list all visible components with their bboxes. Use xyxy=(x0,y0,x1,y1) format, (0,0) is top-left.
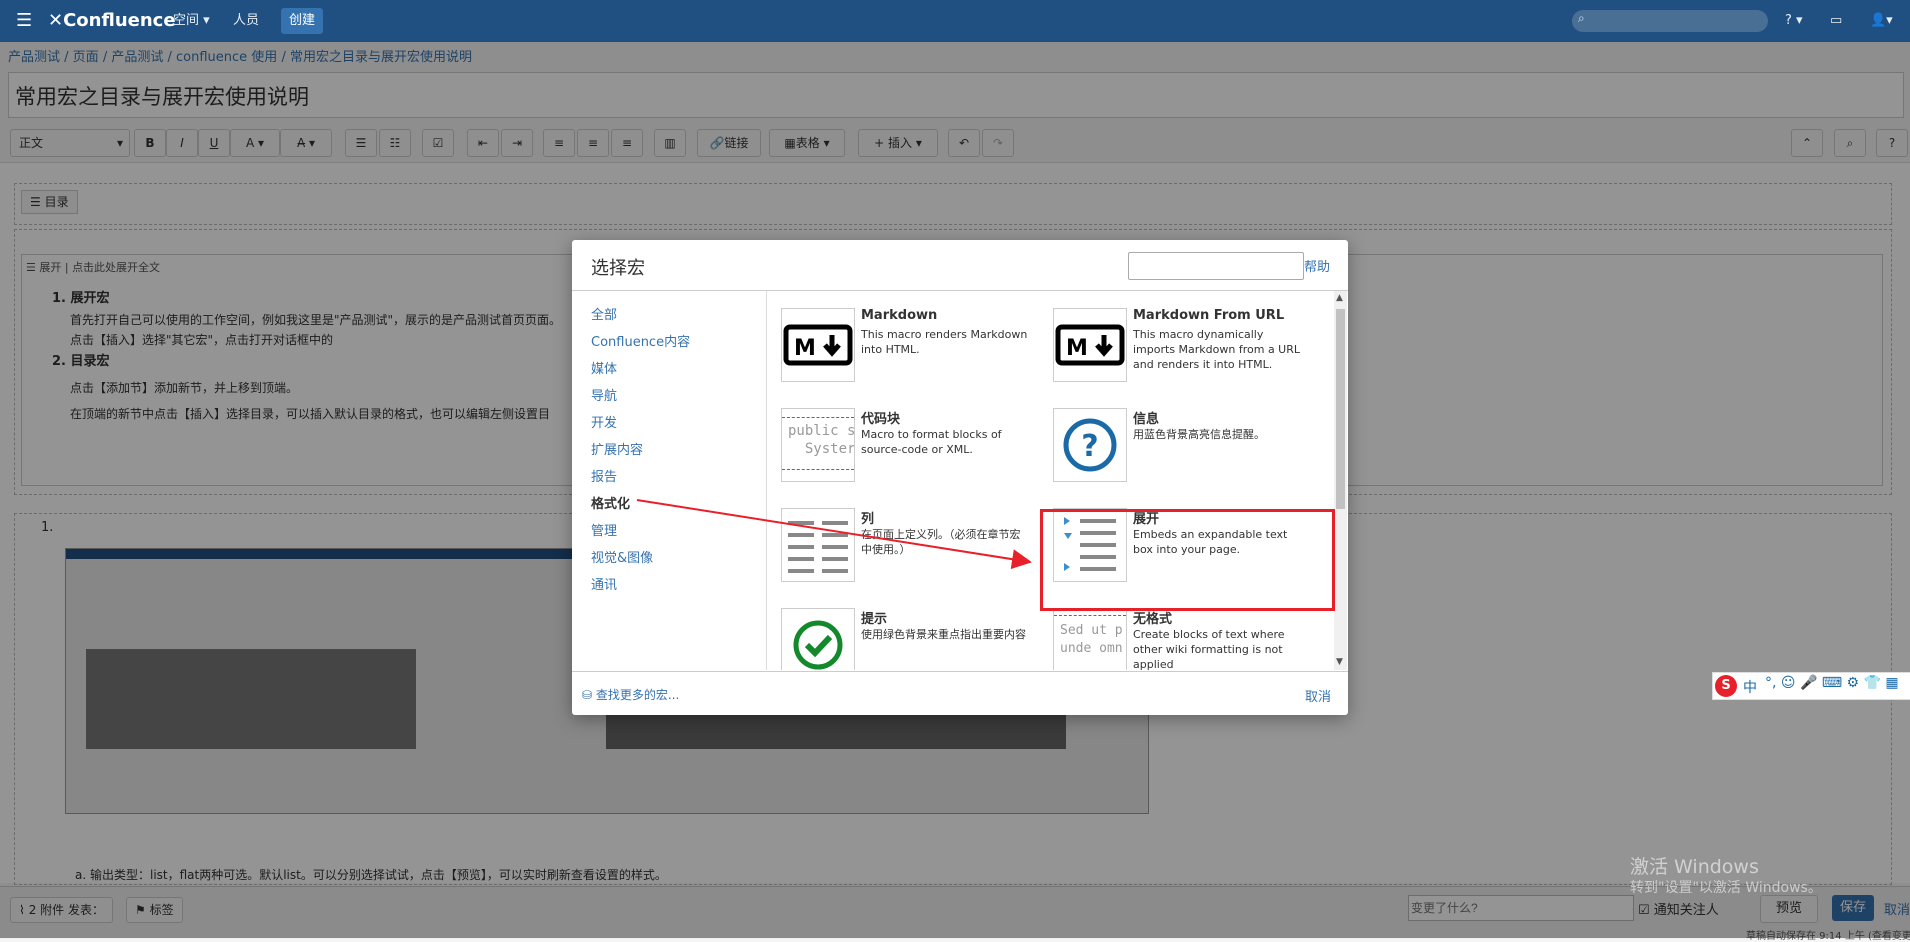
create-button[interactable]: 创建 xyxy=(281,8,324,34)
highlight-box xyxy=(1040,509,1335,611)
confluence-logo[interactable]: ✕Confluence xyxy=(48,0,176,42)
windows-activation-watermark: 激活 Windows xyxy=(1630,856,1759,878)
search-icon: ⌕ xyxy=(1578,11,1585,25)
scroll-up-icon[interactable]: ▲ xyxy=(1336,293,1343,303)
markdown-icon: M xyxy=(1053,308,1127,382)
user-avatar-icon[interactable]: 👤▾ xyxy=(1870,0,1893,42)
ime-mode-label[interactable]: 中 xyxy=(1743,677,1757,697)
macro-grid: M Markdown This macro renders Markdown i… xyxy=(767,291,1337,670)
find-more-macros-link[interactable]: ⛁ 查找更多的宏... xyxy=(582,686,679,703)
svg-text:M: M xyxy=(794,336,816,361)
code-sample-line: public s xyxy=(788,423,855,439)
category-formatting[interactable]: 格式化 xyxy=(591,493,630,512)
scroll-thumb[interactable] xyxy=(1336,309,1345,509)
macro-card-markdown[interactable]: M Markdown This macro renders Markdown i… xyxy=(781,308,1049,398)
macro-name: 代码块 xyxy=(861,412,901,427)
svg-text:M: M xyxy=(1066,336,1088,361)
macro-description: This macro dynamically imports Markdown … xyxy=(1133,328,1301,371)
category-external-content[interactable]: 扩展内容 xyxy=(591,439,643,458)
category-development[interactable]: 开发 xyxy=(591,412,617,431)
ime-tools-icons[interactable]: °, ☺ 🎤 ⌨ ⚙ 👕 ▦ xyxy=(1765,675,1899,691)
dialog-title: 选择宏 xyxy=(591,258,645,279)
logo-text: Confluence xyxy=(63,10,176,31)
macro-name: Markdown xyxy=(861,308,938,323)
macro-name: 列 xyxy=(861,512,875,527)
dialog-header: 选择宏 帮助 xyxy=(572,240,1348,291)
macro-card-noformat[interactable]: Sed ut p unde omn 无格式 Create blocks of t… xyxy=(1053,608,1321,670)
macro-description: 在页面上定义列。（必须在章节宏中使用。） xyxy=(861,528,1021,556)
macro-name: 提示 xyxy=(861,612,888,627)
macro-name: 信息 xyxy=(1133,412,1160,427)
category-confluence-content[interactable]: Confluence内容 xyxy=(591,331,690,350)
logo-mark-icon: ✕ xyxy=(48,10,64,31)
macro-description: Create blocks of text where other wiki f… xyxy=(1133,628,1285,670)
find-more-label: 查找更多的宏... xyxy=(595,688,680,702)
macro-card-code-block[interactable]: public s Syster 代码块 Macro to format bloc… xyxy=(781,408,1049,498)
chevron-down-icon: ▾ xyxy=(203,13,210,28)
macro-card-tip[interactable]: 提示 使用绿色背景来重点指出重要内容 xyxy=(781,608,1049,670)
notifications-icon[interactable]: ▭ xyxy=(1830,0,1842,42)
macro-name: Markdown From URL xyxy=(1133,308,1285,323)
noformat-sample-line: Sed ut p xyxy=(1060,623,1123,638)
macro-card-markdown-from-url[interactable]: M Markdown From URL This macro dynamical… xyxy=(1053,308,1321,398)
spaces-menu[interactable]: 空间 ▾ xyxy=(173,0,210,42)
info-question-icon: ? xyxy=(1053,408,1127,482)
scroll-down-icon[interactable]: ▼ xyxy=(1336,657,1343,667)
category-visuals-images[interactable]: 视觉&图像 xyxy=(591,547,653,566)
category-media[interactable]: 媒体 xyxy=(591,358,617,377)
macro-search-input[interactable] xyxy=(1128,252,1304,280)
dialog-footer: ⛁ 查找更多的宏... 取消 xyxy=(572,671,1348,716)
code-sample-line: Syster xyxy=(788,441,855,457)
category-navigation[interactable]: 导航 xyxy=(591,385,617,404)
macro-description: Macro to format blocks of source-code or… xyxy=(861,428,1002,456)
category-list: 全部 Confluence内容 媒体 导航 开发 扩展内容 报告 格式化 管理 … xyxy=(572,291,767,670)
global-search-input[interactable]: ⌕ xyxy=(1572,10,1768,32)
noformat-icon: Sed ut p unde omn xyxy=(1053,608,1127,670)
macro-description: This macro renders Markdown into HTML. xyxy=(861,328,1028,356)
markdown-icon: M xyxy=(781,308,855,382)
top-navigation: ☰ ✕Confluence 空间 ▾ 人员 创建 ⌕ ? ▾ ▭ 👤▾ xyxy=(0,0,1910,42)
marketplace-icon: ⛁ xyxy=(582,688,596,702)
macro-card-info[interactable]: ? 信息 用蓝色背景高亮信息提醒。 xyxy=(1053,408,1321,498)
help-link[interactable]: 帮助 xyxy=(1304,256,1330,275)
category-reporting[interactable]: 报告 xyxy=(591,466,617,485)
tip-check-icon xyxy=(781,608,855,670)
category-all[interactable]: 全部 xyxy=(591,304,617,323)
macro-browser-dialog: 选择宏 帮助 全部 Confluence内容 媒体 导航 开发 扩展内容 报告 … xyxy=(572,240,1348,715)
windows-activation-hint: 转到"设置"以激活 Windows。 xyxy=(1630,880,1822,896)
code-block-icon: public s Syster xyxy=(781,408,855,482)
help-icon[interactable]: ? ▾ xyxy=(1785,0,1803,42)
svg-text:?: ? xyxy=(1081,429,1098,464)
macro-description: 用蓝色背景高亮信息提醒。 xyxy=(1133,428,1265,441)
spaces-label: 空间 xyxy=(173,13,200,28)
noformat-sample-line: unde omn xyxy=(1060,641,1123,656)
category-admin[interactable]: 管理 xyxy=(591,520,617,539)
sogou-logo-icon: S xyxy=(1715,675,1737,697)
menu-icon[interactable]: ☰ xyxy=(16,0,32,42)
category-communication[interactable]: 通讯 xyxy=(591,574,617,593)
macro-grid-scrollbar[interactable]: ▲ ▼ xyxy=(1334,291,1347,670)
ime-toolbar[interactable]: S 中 °, ☺ 🎤 ⌨ ⚙ 👕 ▦ xyxy=(1712,672,1910,700)
cancel-button[interactable]: 取消 xyxy=(1305,686,1331,705)
column-icon xyxy=(781,508,855,582)
people-link[interactable]: 人员 xyxy=(233,0,259,42)
macro-card-column[interactable]: 列 在页面上定义列。（必须在章节宏中使用。） xyxy=(781,508,1049,598)
macro-description: 使用绿色背景来重点指出重要内容 xyxy=(861,628,1026,641)
